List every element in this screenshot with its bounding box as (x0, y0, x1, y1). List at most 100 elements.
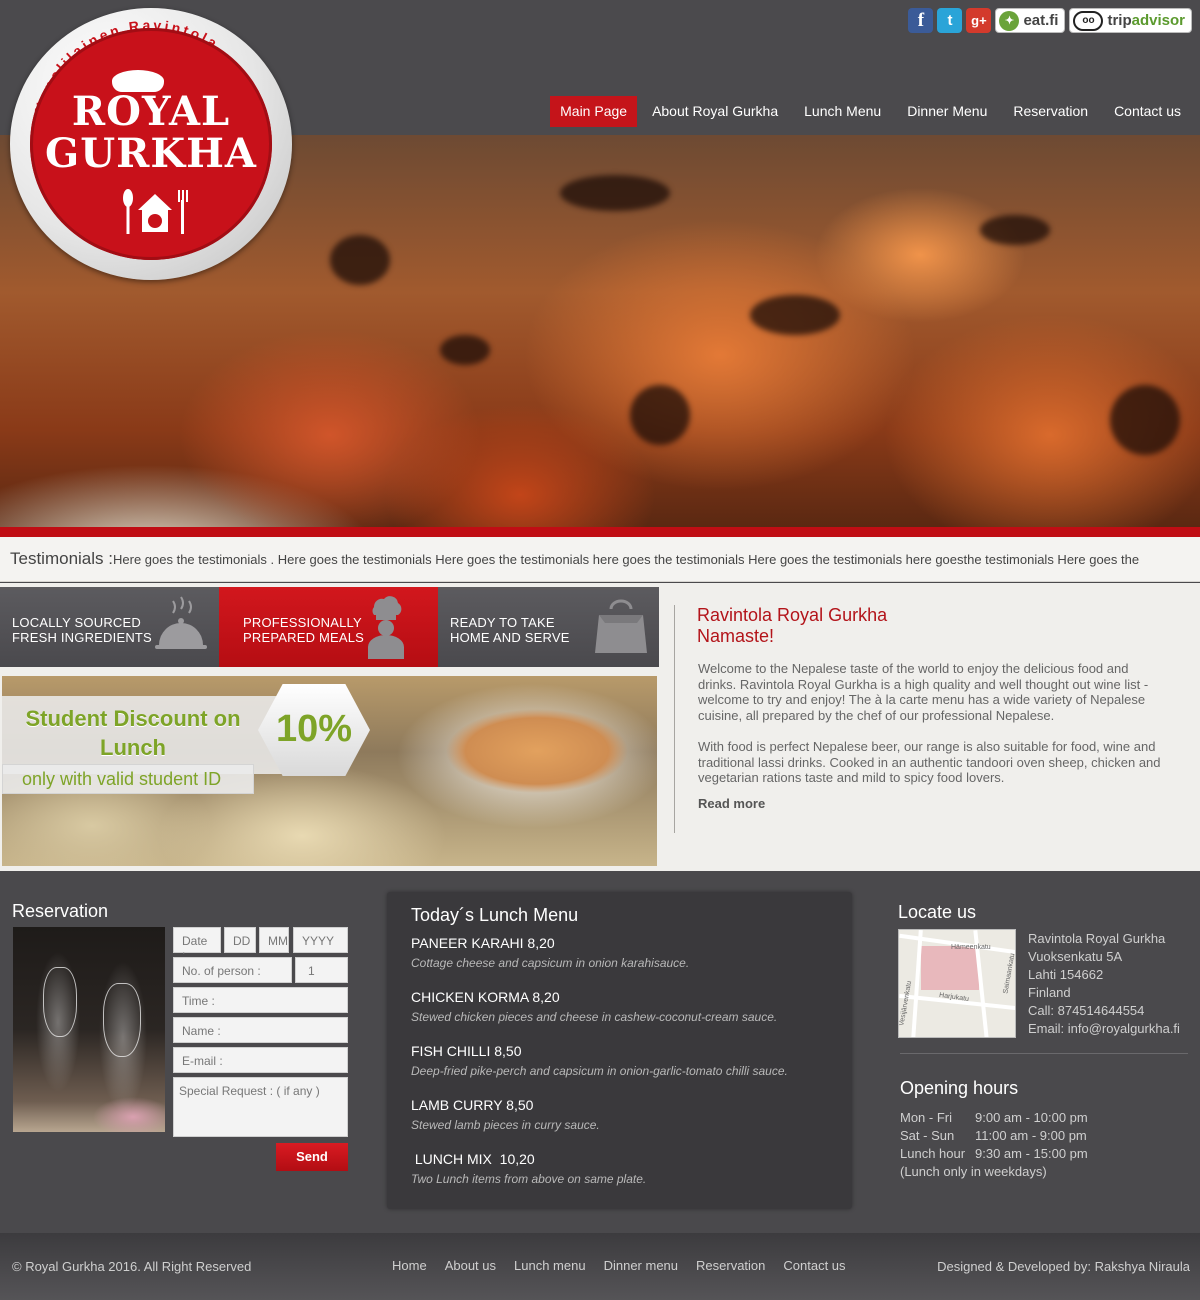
hours-time: 9:30 am - 15:00 pm (975, 1146, 1088, 1161)
nav-reservation[interactable]: Reservation (1000, 96, 1101, 127)
hours-day: Lunch hour (900, 1146, 966, 1161)
owl-icon: oo (1073, 10, 1104, 31)
dish-description: Two Lunch items from above on same plate… (411, 1172, 647, 1186)
dish-name: FISH CHILLI 8,50 (411, 1043, 522, 1059)
map-label: Saimaankatu (1002, 952, 1016, 995)
site-footer: © Royal Gurkha 2016. All Right Reserved … (0, 1233, 1200, 1300)
name-input[interactable]: Name : (173, 1017, 348, 1043)
footer-link-about[interactable]: About us (445, 1258, 496, 1273)
opening-hours-title: Opening hours (900, 1078, 1019, 1098)
dish-description: Stewed lamb pieces in curry sauce. (411, 1118, 600, 1132)
persons-input[interactable]: 1 (295, 957, 348, 983)
opening-hours-list: Mon - Fri 9:00 am - 10:00 pm Sat - Sun 11:… (900, 1109, 1088, 1181)
copyright-text: © Royal Gurkha 2016. All Right Reserved (12, 1259, 252, 1274)
hours-row: Lunch hour 9:30 am - 15:00 pm (900, 1145, 1088, 1163)
lunch-dish: FISH CHILLI 8,50 Deep-fried pike-perch a… (411, 1043, 788, 1078)
promo-title: Student Discount on Lunch (2, 704, 264, 762)
feature-locally-sourced[interactable]: LOCALLY SOURCED FRESH INGREDIENTS (0, 587, 219, 667)
address-block: Ravintola Royal Gurkha Vuoksenkatu 5A La… (1028, 930, 1180, 1038)
logo-badge: ROYAL GURKHA (30, 28, 272, 260)
testimonials-label: Testimonials : (10, 549, 113, 568)
facebook-icon[interactable]: f (908, 8, 934, 33)
logo-line2: GURKHA (45, 130, 257, 177)
lunch-dish: CHICKEN KORMA 8,20 Stewed chicken pieces… (411, 989, 777, 1024)
feature-ready-to-take[interactable]: READY TO TAKE HOME AND SERVE (438, 587, 659, 667)
tripadvisor-link[interactable]: oo trip advisor (1069, 8, 1192, 33)
hours-time: 11:00 am - 9:00 pm (975, 1128, 1087, 1143)
footer-link-home[interactable]: Home (392, 1258, 427, 1273)
special-request-textarea[interactable]: Special Request : ( if any ) (173, 1077, 348, 1137)
tripadvisor-label-b: advisor (1131, 12, 1185, 29)
phone-line[interactable]: Call: 874514644554 (1028, 1002, 1180, 1020)
dish-name: CHICKEN KORMA 8,20 (411, 989, 560, 1005)
hours-row: Sat - Sun 11:00 am - 9:00 pm (900, 1127, 1088, 1145)
hours-day: Mon - Fri (900, 1110, 952, 1125)
date-dd-input[interactable]: DD (224, 927, 256, 953)
tripadvisor-label-a: trip (1107, 12, 1132, 29)
map-label: Vesijärvenkatu (898, 980, 914, 1027)
footer-link-lunch[interactable]: Lunch menu (514, 1258, 586, 1273)
hours-day: Sat - Sun (900, 1128, 955, 1143)
middle-section: LOCALLY SOURCED FRESH INGREDIENTS PROFES… (0, 583, 1200, 871)
discount-percent: 10% (275, 708, 353, 750)
cloche-icon (155, 596, 207, 649)
intro-heading: Ravintola Royal Gurkha Namaste! (697, 605, 887, 647)
map-label: Hämeenkatu (951, 944, 991, 951)
date-mm-input[interactable]: MM (259, 927, 289, 953)
intro-title-line1: Ravintola Royal Gurkha (697, 605, 888, 625)
dish-description: Deep-fried pike-perch and capsicum in on… (411, 1064, 788, 1078)
footer-link-contact[interactable]: Contact us (783, 1258, 845, 1273)
nav-main-page[interactable]: Main Page (550, 96, 638, 127)
hours-time: 9:00 am - 10:00 pm (975, 1110, 1088, 1125)
promo-title-line1: Student Discount on (25, 706, 241, 731)
date-yyyy-input[interactable]: YYYY (293, 927, 348, 953)
promo-title-line2: Lunch (100, 735, 166, 760)
address-line: Vuoksenkatu 5A (1028, 949, 1123, 964)
eat-fi-label: eat.fi (1023, 12, 1059, 29)
chef-icon (368, 596, 404, 659)
address-line: Finland (1028, 985, 1071, 1000)
lunch-menu-box: Today´s Lunch Menu PANEER KARAHI 8,20 Co… (387, 892, 852, 1209)
testimonials-bar: Testimonials : Here goes the testimonial… (0, 537, 1200, 582)
footer-link-reservation[interactable]: Reservation (696, 1258, 765, 1273)
nav-lunch-menu[interactable]: Lunch Menu (791, 96, 894, 127)
date-label-field: Date : (173, 927, 221, 962)
lunch-dish: LAMB CURRY 8,50 Stewed lamb pieces in cu… (411, 1097, 600, 1132)
eat-fi-link[interactable]: ✦ eat.fi (995, 8, 1066, 33)
intro-title-line2: Namaste! (697, 626, 775, 646)
intro-paragraph-1: Welcome to the Nepalese taste of the wor… (698, 661, 1149, 723)
lunch-dish: LUNCH MIX 10,20 Two Lunch items from abo… (411, 1151, 646, 1186)
email-input[interactable]: E-mail : (173, 1047, 348, 1073)
section-divider (900, 1053, 1188, 1054)
nav-dinner-menu[interactable]: Dinner Menu (894, 96, 1000, 127)
takeaway-box-icon (595, 599, 647, 653)
dish-description: Stewed chicken pieces and cheese in cash… (411, 1010, 778, 1024)
persons-label-field: No. of person : (173, 957, 292, 983)
site-logo[interactable]: Nepalilainen Ravintola ROYAL GURKHA (10, 8, 292, 280)
twitter-icon[interactable]: t (937, 8, 963, 33)
wine-glasses-image (13, 927, 165, 1132)
dish-name: PANEER KARAHI 8,20 (411, 935, 555, 951)
reservation-title: Reservation (12, 901, 109, 921)
promo-subtitle: only with valid student ID (22, 769, 222, 789)
bottom-section: Reservation Date : DD MM YYYY No. of per… (0, 871, 1200, 1233)
time-input[interactable]: Time : (173, 987, 348, 1013)
footer-link-dinner[interactable]: Dinner menu (604, 1258, 678, 1273)
logo-line1: ROYAL (71, 88, 231, 135)
cutlery-house-icon (123, 189, 188, 234)
email-line[interactable]: Email: info@royalgurkha.fi (1028, 1020, 1180, 1038)
map-highlight (921, 946, 979, 990)
location-map[interactable]: Hämeenkatu Saimaankatu Harjukatu Vesijär… (898, 929, 1016, 1038)
feature-professionally-prepared[interactable]: PROFESSIONALLY PREPARED MEALS (219, 587, 438, 667)
read-more-link[interactable]: Read more (698, 796, 765, 811)
google-plus-icon[interactable]: g+ (966, 8, 992, 33)
address-line: Ravintola Royal Gurkha (1028, 931, 1166, 946)
send-button[interactable]: Send (276, 1143, 348, 1171)
main-nav: Main Page About Royal Gurkha Lunch Menu … (550, 96, 1194, 127)
nav-about[interactable]: About Royal Gurkha (639, 96, 791, 127)
social-links: f t g+ ✦ eat.fi oo trip advisor (908, 8, 1192, 33)
student-discount-banner[interactable]: Student Discount on Lunch only with vali… (2, 676, 657, 866)
designer-credit: Designed & Developed by: Rakshya Niraula (937, 1259, 1190, 1274)
lunch-menu-title: Today´s Lunch Menu (411, 905, 579, 925)
nav-contact[interactable]: Contact us (1101, 96, 1194, 127)
